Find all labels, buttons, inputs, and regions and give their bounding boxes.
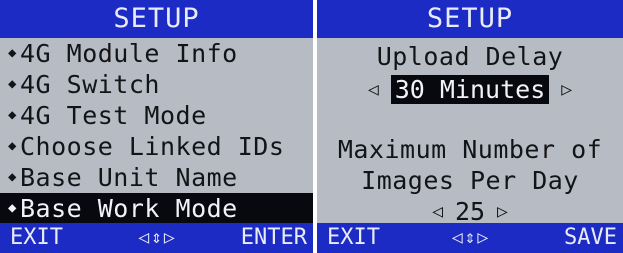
diamond-bullet-icon: ◆ — [8, 169, 17, 185]
menu-item-label: Choose Linked IDs — [20, 132, 285, 161]
menu-item-4g-module-info[interactable]: ◆ 4G Module Info — [0, 38, 313, 69]
menu-item-label: Base Unit Name — [20, 163, 238, 192]
navigation-hint: ◁ ⇕ ▷ — [452, 223, 489, 253]
softkey-bar: EXIT ◁ ⇕ ▷ ENTER — [0, 223, 313, 253]
page-title: SETUP — [0, 0, 313, 38]
softkey-bar: EXIT ◁ ⇕ ▷ SAVE — [317, 223, 623, 253]
page-title: SETUP — [317, 0, 623, 38]
menu-item-label: 4G Test Mode — [20, 101, 207, 130]
navigation-hint: ◁ ⇕ ▷ — [138, 223, 175, 253]
upload-delay-value: 30 Minutes — [390, 74, 550, 104]
diamond-bullet-icon: ◆ — [8, 138, 17, 154]
menu-item-4g-switch[interactable]: ◆ 4G Switch — [0, 69, 313, 100]
menu-item-label: 4G Switch — [20, 70, 160, 99]
increase-arrow-icon[interactable]: ▷ — [497, 201, 508, 222]
menu-item-base-work-mode[interactable]: ◆ Base Work Mode — [0, 193, 313, 224]
enter-button[interactable]: ENTER — [241, 223, 307, 253]
diamond-bullet-icon: ◆ — [8, 76, 17, 92]
setup-menu: ◆ 4G Module Info ◆ 4G Switch ◆ 4G Test M… — [0, 38, 313, 224]
arrow-up-down-icon: ⇕ — [151, 227, 162, 248]
max-images-value: 25 — [454, 196, 486, 226]
upload-delay-label: Upload Delay — [376, 42, 564, 71]
menu-item-4g-test-mode[interactable]: ◆ 4G Test Mode — [0, 100, 313, 131]
diamond-bullet-icon: ◆ — [8, 45, 17, 61]
save-button[interactable]: SAVE — [564, 223, 617, 253]
menu-item-choose-linked-ids[interactable]: ◆ Choose Linked IDs — [0, 131, 313, 162]
max-images-selector[interactable]: ◁ 25 ▷ — [317, 196, 623, 226]
arrow-right-icon: ▷ — [477, 227, 489, 248]
exit-button[interactable]: EXIT — [327, 223, 380, 253]
menu-item-base-unit-name[interactable]: ◆ Base Unit Name — [0, 162, 313, 193]
max-images-label-line1: Maximum Number of — [337, 135, 603, 164]
menu-item-label: 4G Module Info — [20, 39, 238, 68]
arrow-left-icon: ◁ — [451, 227, 463, 248]
diamond-bullet-icon: ◆ — [8, 107, 17, 123]
setup-menu-screen: SETUP ◆ 4G Module Info ◆ 4G Switch ◆ 4G … — [0, 0, 313, 253]
decrease-arrow-icon[interactable]: ◁ — [368, 79, 379, 100]
diamond-bullet-icon: ◆ — [8, 200, 17, 216]
increase-arrow-icon[interactable]: ▷ — [561, 79, 572, 100]
menu-item-label: Base Work Mode — [20, 194, 238, 223]
max-images-label-line2: Images Per Day — [361, 166, 579, 195]
exit-button[interactable]: EXIT — [10, 223, 63, 253]
decrease-arrow-icon[interactable]: ◁ — [432, 201, 443, 222]
setup-detail-screen: SETUP Upload Delay ◁ 30 Minutes ▷ Maximu… — [317, 0, 623, 253]
upload-delay-selector[interactable]: ◁ 30 Minutes ▷ — [317, 74, 623, 104]
arrow-left-icon: ◁ — [138, 227, 150, 248]
arrow-right-icon: ▷ — [163, 227, 175, 248]
arrow-up-down-icon: ⇕ — [464, 227, 476, 248]
